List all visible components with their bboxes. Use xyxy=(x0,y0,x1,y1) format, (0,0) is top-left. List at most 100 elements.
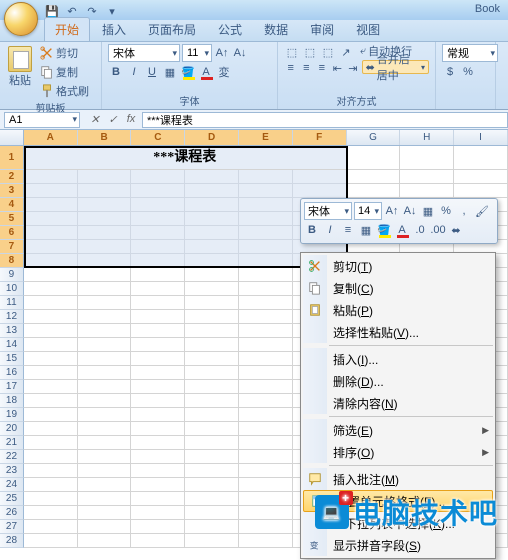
cell[interactable] xyxy=(131,436,185,450)
format-painter-button[interactable]: 格式刷 xyxy=(38,82,91,100)
cell[interactable] xyxy=(131,506,185,520)
align-middle-icon[interactable]: ⬚ xyxy=(302,44,318,60)
cell[interactable] xyxy=(239,394,293,408)
row-header-8[interactable]: 8 xyxy=(0,254,24,268)
row-header-7[interactable]: 7 xyxy=(0,240,24,254)
align-top-icon[interactable]: ⬚ xyxy=(284,44,300,60)
align-left-icon[interactable]: ≡ xyxy=(284,60,298,76)
cell[interactable] xyxy=(78,338,132,352)
cell[interactable] xyxy=(185,492,239,506)
cell[interactable] xyxy=(24,254,78,268)
menu-item-排序[interactable]: 排序(O)▶ xyxy=(301,441,495,463)
cell[interactable] xyxy=(78,184,132,198)
column-header-A[interactable]: A xyxy=(24,130,78,145)
row-header-24[interactable]: 24 xyxy=(0,478,24,492)
cell[interactable] xyxy=(454,146,508,170)
cell[interactable] xyxy=(185,520,239,534)
tab-insert[interactable]: 插入 xyxy=(92,18,136,41)
cell[interactable] xyxy=(185,352,239,366)
cell[interactable] xyxy=(239,198,293,212)
cell[interactable] xyxy=(239,408,293,422)
cell[interactable] xyxy=(400,146,454,170)
cell[interactable] xyxy=(24,380,78,394)
mini-format-painter-icon[interactable]: 🖌 xyxy=(474,203,490,219)
tab-page-layout[interactable]: 页面布局 xyxy=(138,18,206,41)
row-header-3[interactable]: 3 xyxy=(0,184,24,198)
row-header-14[interactable]: 14 xyxy=(0,338,24,352)
menu-item-复制[interactable]: 复制(C) xyxy=(301,277,495,299)
cell[interactable] xyxy=(78,254,132,268)
copy-button[interactable]: 复制 xyxy=(38,63,91,81)
cell[interactable] xyxy=(239,240,293,254)
row-header-4[interactable]: 4 xyxy=(0,198,24,212)
cell[interactable] xyxy=(239,282,293,296)
column-header-C[interactable]: C xyxy=(131,130,185,145)
cell[interactable] xyxy=(185,338,239,352)
cell[interactable] xyxy=(131,534,185,548)
cell[interactable] xyxy=(185,198,239,212)
cell[interactable] xyxy=(78,520,132,534)
menu-item-筛选[interactable]: 筛选(E)▶ xyxy=(301,419,495,441)
increase-indent-icon[interactable]: ⇥ xyxy=(346,60,360,76)
cell[interactable] xyxy=(24,506,78,520)
cell[interactable] xyxy=(185,212,239,226)
cell[interactable] xyxy=(239,436,293,450)
column-header-E[interactable]: E xyxy=(239,130,293,145)
cell[interactable] xyxy=(78,212,132,226)
save-icon[interactable]: 💾 xyxy=(44,3,60,19)
row-header-16[interactable]: 16 xyxy=(0,366,24,380)
row-header-18[interactable]: 18 xyxy=(0,394,24,408)
number-format-combo[interactable]: 常规 xyxy=(442,44,498,62)
mini-bold-button[interactable]: B xyxy=(304,222,320,238)
cell[interactable] xyxy=(131,422,185,436)
decrease-indent-icon[interactable]: ⇤ xyxy=(331,60,345,76)
cell[interactable] xyxy=(24,184,78,198)
cell[interactable] xyxy=(347,146,401,170)
menu-item-设置单元格格式[interactable]: 设置单元格格式(F)... xyxy=(303,490,493,512)
cell[interactable] xyxy=(131,464,185,478)
cell[interactable] xyxy=(185,450,239,464)
cell[interactable] xyxy=(400,184,454,198)
cell[interactable] xyxy=(78,394,132,408)
cell[interactable] xyxy=(78,534,132,548)
cell[interactable] xyxy=(185,254,239,268)
cell[interactable] xyxy=(24,492,78,506)
cell[interactable] xyxy=(131,226,185,240)
cell[interactable] xyxy=(24,352,78,366)
mini-font-size[interactable]: 14 xyxy=(354,202,382,220)
cell[interactable] xyxy=(185,422,239,436)
cell[interactable] xyxy=(185,310,239,324)
cell[interactable] xyxy=(185,534,239,548)
merge-center-button[interactable]: ⬌合并后居中▾ xyxy=(362,60,429,74)
row-header-20[interactable]: 20 xyxy=(0,422,24,436)
tab-view[interactable]: 视图 xyxy=(346,18,390,41)
bold-button[interactable]: B xyxy=(108,64,124,80)
formula-input[interactable]: ***课程表 xyxy=(142,112,508,128)
menu-item-粘贴[interactable]: 粘贴(P) xyxy=(301,299,495,321)
grow-font-icon[interactable]: A↑ xyxy=(214,45,230,61)
cell[interactable] xyxy=(24,324,78,338)
cell[interactable] xyxy=(24,240,78,254)
cell[interactable] xyxy=(131,324,185,338)
cell[interactable] xyxy=(78,506,132,520)
menu-item-清除内容[interactable]: 清除内容(N) xyxy=(301,392,495,414)
mini-grow-font-icon[interactable]: A↑ xyxy=(384,203,400,219)
cell[interactable] xyxy=(185,184,239,198)
cell[interactable] xyxy=(131,212,185,226)
row-header-27[interactable]: 27 xyxy=(0,520,24,534)
border-button[interactable]: ▦ xyxy=(162,64,178,80)
cell[interactable] xyxy=(131,240,185,254)
cell[interactable] xyxy=(185,366,239,380)
menu-item-选择性粘贴[interactable]: 选择性粘贴(V)... xyxy=(301,321,495,343)
cell[interactable] xyxy=(131,296,185,310)
tab-review[interactable]: 审阅 xyxy=(300,18,344,41)
cell[interactable] xyxy=(454,184,508,198)
row-header-2[interactable]: 2 xyxy=(0,170,24,184)
menu-item-剪切[interactable]: 剪切(T) xyxy=(301,255,495,277)
mini-decrease-decimal-icon[interactable]: .0 xyxy=(412,222,428,238)
cell[interactable] xyxy=(239,450,293,464)
cell[interactable] xyxy=(24,282,78,296)
cell[interactable] xyxy=(24,296,78,310)
cell[interactable] xyxy=(131,408,185,422)
row-header-19[interactable]: 19 xyxy=(0,408,24,422)
